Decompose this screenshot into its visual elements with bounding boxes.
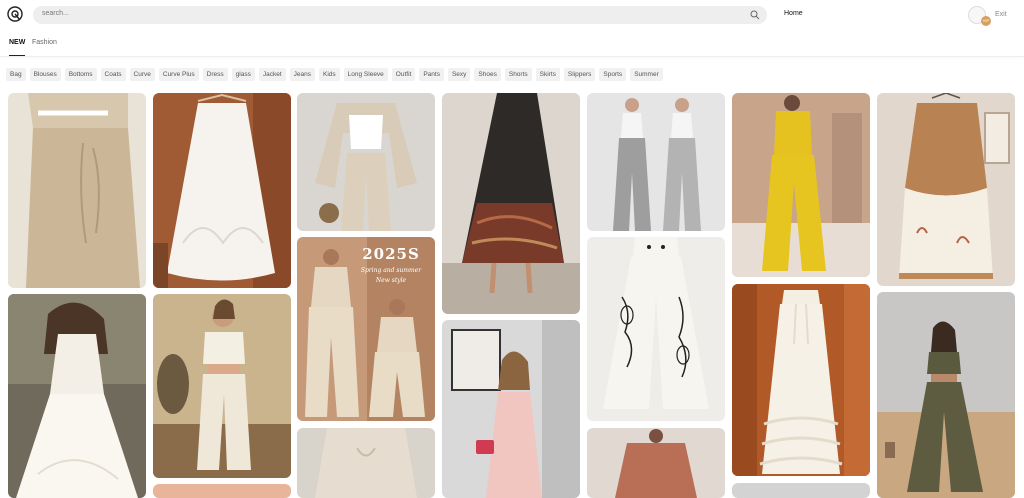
product-image (297, 428, 435, 498)
promo-line-1: Spring and summer (360, 267, 422, 274)
product-image (153, 294, 291, 478)
product-image (297, 93, 435, 231)
product-card[interactable] (877, 292, 1015, 498)
product-image (8, 294, 146, 498)
product-card[interactable] (587, 428, 725, 498)
promo-line-2: New style (375, 277, 407, 284)
product-card[interactable] (732, 483, 870, 498)
product-card[interactable] (153, 93, 291, 288)
product-card[interactable] (153, 294, 291, 478)
product-card[interactable] (8, 93, 146, 288)
product-image (442, 93, 580, 314)
promo-year-text: 2025S (362, 245, 420, 263)
product-image (732, 284, 870, 476)
product-image (153, 484, 291, 498)
product-masonry-grid: 2025S Spring and summer New style (0, 0, 1024, 498)
product-image (877, 292, 1015, 498)
product-card[interactable] (153, 484, 291, 498)
product-image (732, 93, 870, 277)
product-image (153, 93, 291, 288)
product-card[interactable] (297, 93, 435, 231)
product-card[interactable] (442, 93, 580, 314)
product-card[interactable]: 2025S Spring and summer New style (297, 237, 435, 421)
product-card[interactable] (732, 284, 870, 476)
product-image (587, 428, 725, 498)
product-card[interactable] (8, 294, 146, 498)
product-card[interactable] (732, 93, 870, 277)
product-card[interactable] (877, 93, 1015, 286)
product-card[interactable] (587, 93, 725, 231)
product-card[interactable] (587, 237, 725, 421)
product-card[interactable] (297, 428, 435, 498)
product-image (587, 237, 725, 421)
product-image (732, 483, 870, 498)
product-image (8, 93, 146, 288)
product-image (297, 237, 435, 421)
product-image (442, 320, 580, 498)
product-image (877, 93, 1015, 286)
product-image (587, 93, 725, 231)
product-card[interactable] (442, 320, 580, 498)
